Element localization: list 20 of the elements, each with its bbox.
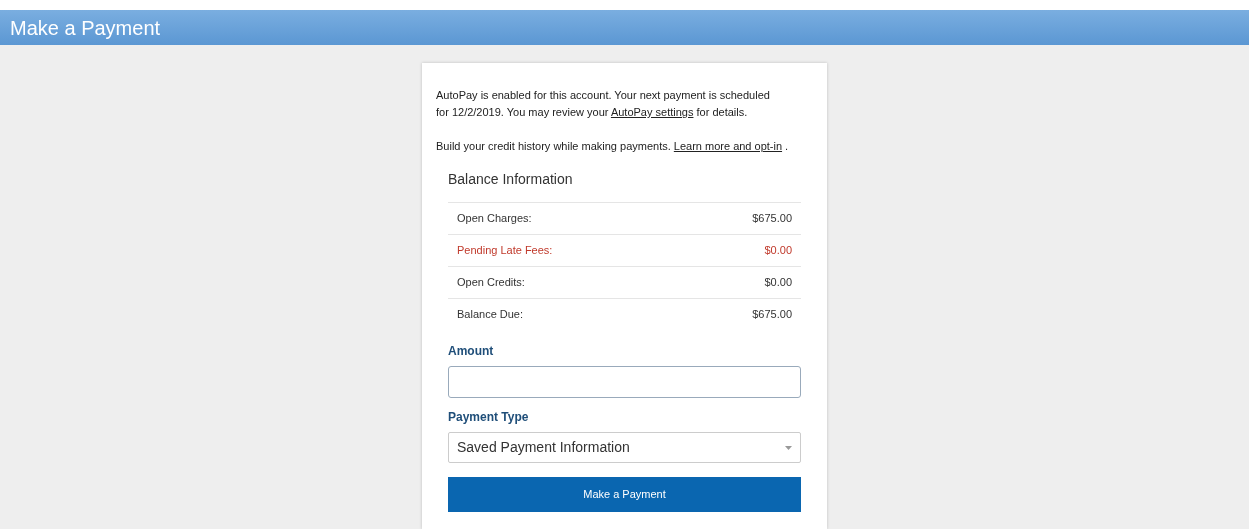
page-title: Make a Payment — [10, 15, 161, 41]
submit-button[interactable]: Make a Payment — [448, 477, 801, 512]
balance-label: Open Credits: — [457, 275, 525, 291]
field-label: Amount — [448, 343, 495, 360]
balance-label: Balance Due: — [457, 307, 524, 323]
notice-link[interactable]: Learn more and opt-in — [673, 140, 783, 152]
notice-text: Build your credit history while making payments. Learn more and opt-in . — [436, 139, 790, 154]
balance-label: Open Charges: — [457, 211, 532, 227]
payment-type-select[interactable]: Saved Payment Information — [448, 432, 801, 463]
balance-amount: $0.00 — [764, 275, 792, 291]
caret-icon — [785, 445, 792, 450]
field-label: Payment Type — [448, 409, 530, 426]
balance-label: Pending Late Fees: — [457, 243, 553, 259]
notice-text: AutoPay is enabled for this account. Your next payment is scheduled for 12/2/2019. You may review your AutoPay settings for details. — [436, 88, 771, 120]
section-title: Balance Information — [448, 170, 574, 189]
balance-amount: $675.00 — [752, 307, 792, 323]
balance-amount: $675.00 — [752, 211, 792, 227]
balance-amount: $0.00 — [764, 243, 792, 259]
notice-link[interactable]: AutoPay settings — [610, 106, 694, 118]
amount-field[interactable] — [448, 366, 801, 398]
